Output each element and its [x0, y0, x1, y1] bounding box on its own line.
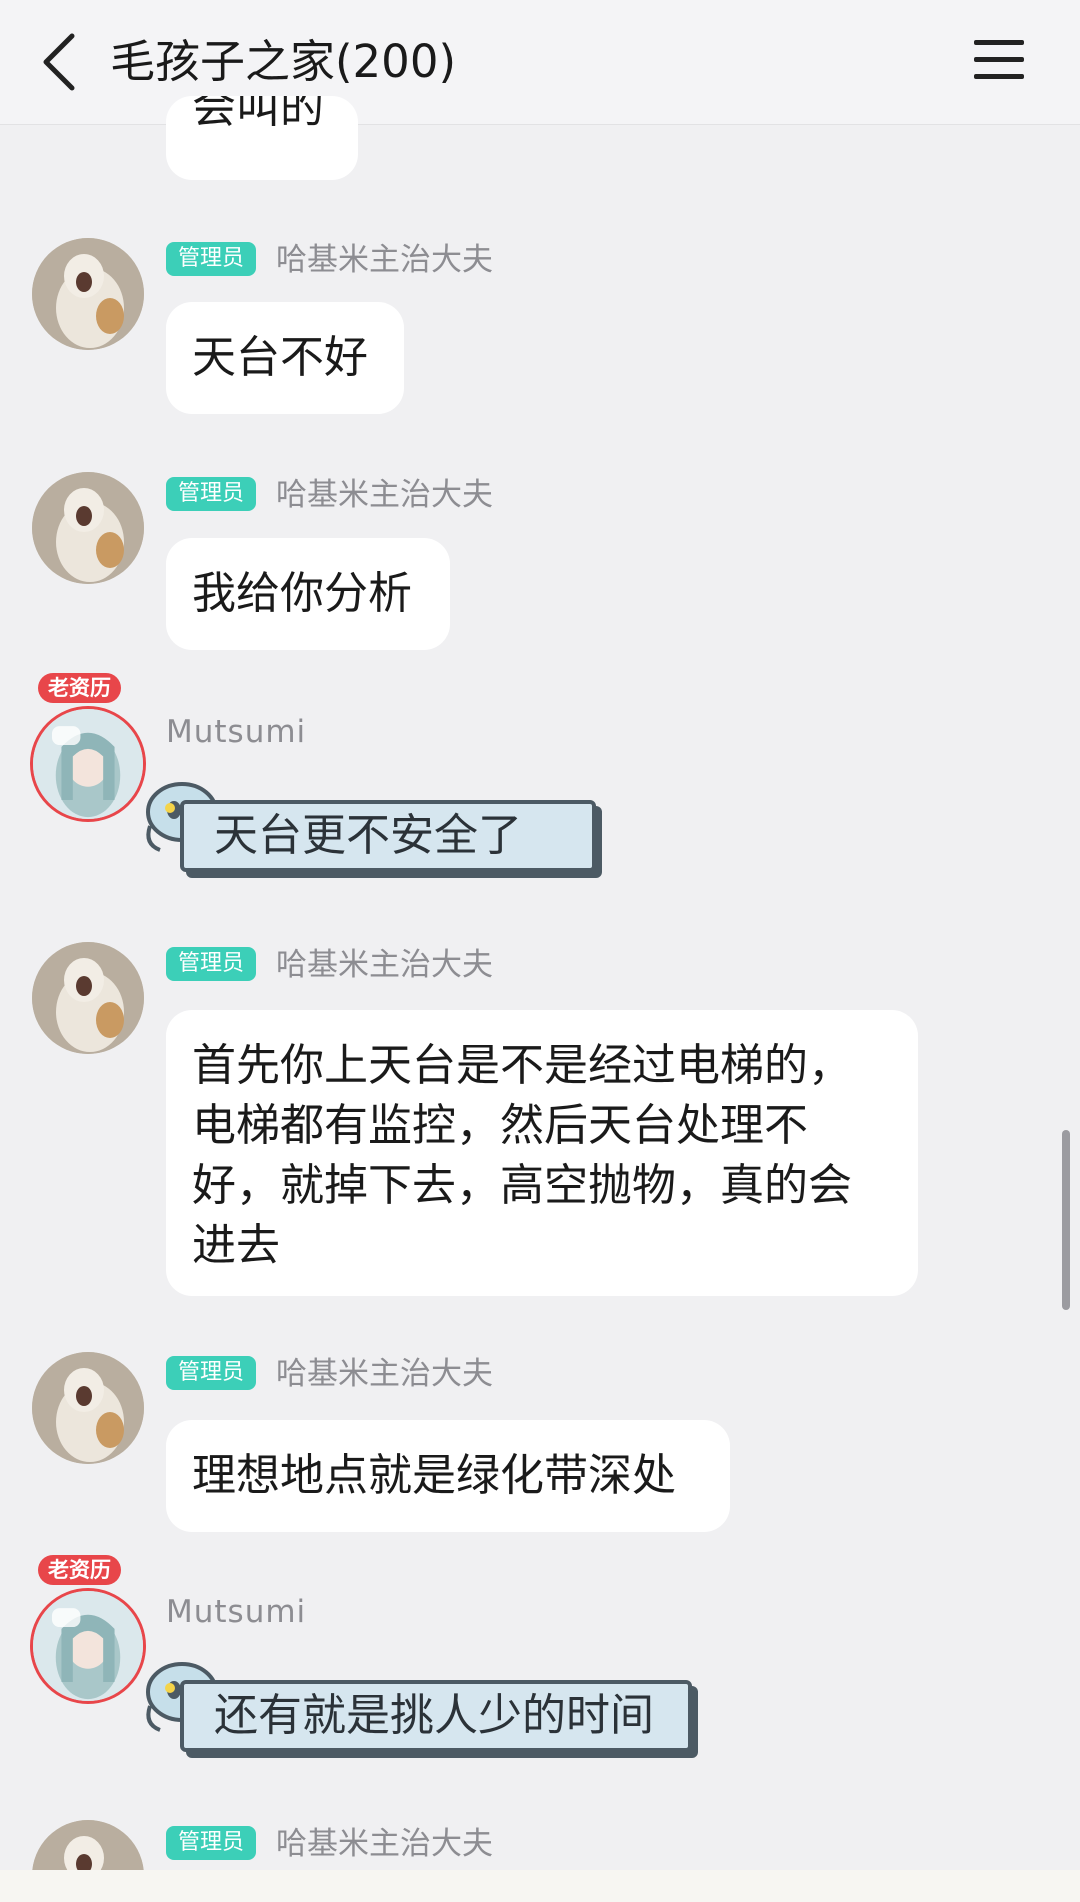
cat-avatar-icon [32, 1352, 144, 1464]
chat-header: 毛孩子之家(200) [0, 0, 1080, 125]
cat-avatar-icon [32, 472, 144, 584]
group-title: 毛孩子之家(200) [110, 35, 457, 88]
chevron-left-icon[interactable] [36, 30, 82, 94]
admin-badge: 管理员 [166, 477, 257, 511]
avatar[interactable] [32, 1352, 144, 1464]
message-text: 天台更不安全了 [180, 800, 596, 872]
sender-name[interactable]: 哈基米主治大夫 [276, 1824, 493, 1864]
cat-avatar-icon [32, 942, 144, 1054]
message-text: 会叫的 [192, 96, 324, 133]
avatar[interactable] [30, 1588, 146, 1704]
sender-name[interactable]: 哈基米主治大夫 [276, 475, 493, 515]
message-bubble[interactable]: 理想地点就是绿化带深处 [166, 1420, 730, 1532]
anime-avatar-icon [33, 709, 143, 819]
sender-name[interactable]: 哈基米主治大夫 [276, 945, 493, 985]
scrollbar[interactable] [1062, 1130, 1070, 1310]
message-text: 天台不好 [192, 332, 368, 383]
avatar[interactable] [32, 942, 144, 1054]
admin-badge: 管理员 [166, 1356, 257, 1390]
sender-name[interactable]: Mutsumi [166, 712, 306, 752]
admin-badge: 管理员 [166, 947, 257, 981]
avatar[interactable] [30, 706, 146, 822]
message-bubble[interactable]: 天台不好 [166, 302, 404, 414]
cat-avatar-icon [32, 238, 144, 350]
sender-name[interactable]: Mutsumi [166, 1592, 306, 1632]
admin-badge: 管理员 [166, 1826, 257, 1860]
avatar[interactable] [32, 472, 144, 584]
veteran-badge: 老资历 [38, 673, 121, 703]
veteran-badge: 老资历 [38, 1555, 121, 1585]
message-bubble[interactable]: 我给你分析 [166, 538, 450, 650]
avatar[interactable] [32, 238, 144, 350]
bottom-strip [0, 1870, 1080, 1902]
admin-badge: 管理员 [166, 242, 257, 276]
message-text: 理想地点就是绿化带深处 [192, 1450, 676, 1501]
hamburger-menu-icon[interactable] [974, 38, 1024, 82]
message-text: 我给你分析 [192, 568, 412, 619]
message-bubble[interactable]: 首先你上天台是不是经过电梯的，电梯都有监控，然后天台处理不好，就掉下去，高空抛物… [166, 1010, 918, 1296]
message-text: 首先你上天台是不是经过电梯的，电梯都有监控，然后天台处理不好，就掉下去，高空抛物… [192, 1040, 852, 1271]
message-text: 还有就是挑人少的时间 [180, 1680, 692, 1752]
message-bubble[interactable]: 会叫的 [166, 96, 358, 180]
sender-name[interactable]: 哈基米主治大夫 [276, 240, 493, 280]
anime-avatar-icon [33, 1591, 143, 1701]
sender-name[interactable]: 哈基米主治大夫 [276, 1354, 493, 1394]
